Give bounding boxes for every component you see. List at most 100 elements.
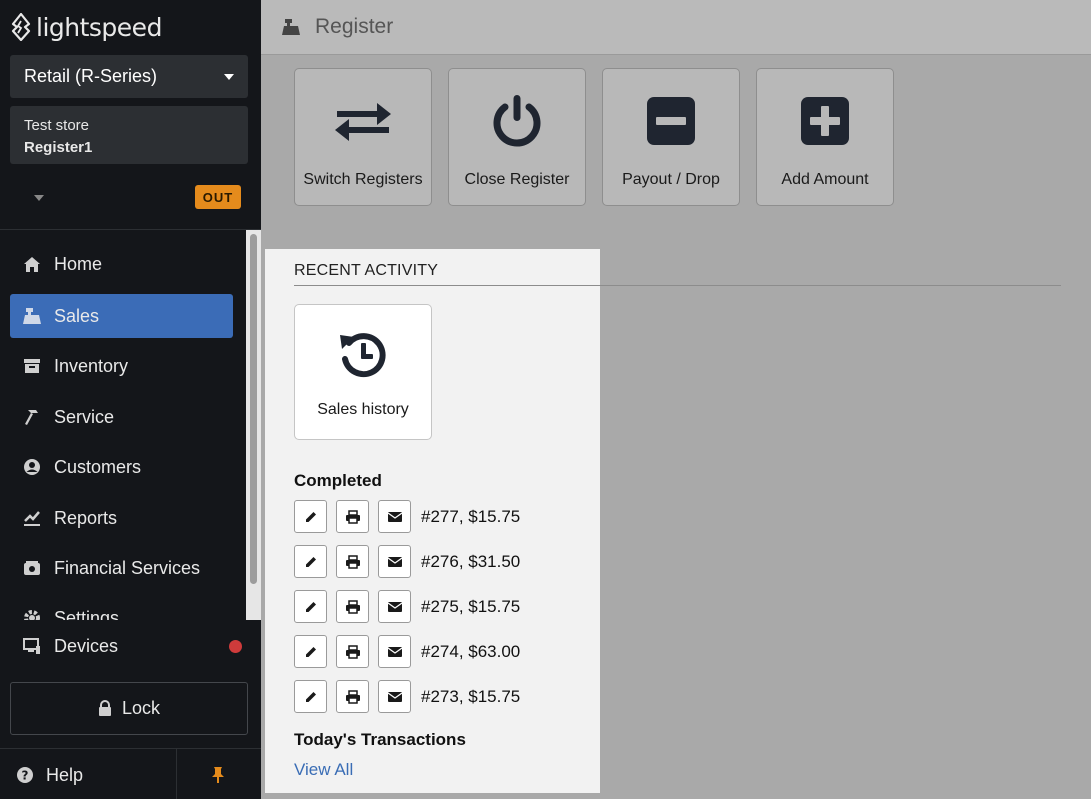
- divider: [294, 285, 1061, 286]
- print-button[interactable]: [336, 500, 369, 533]
- email-button[interactable]: [378, 545, 411, 578]
- sidebar-scrollbar[interactable]: [246, 230, 261, 620]
- pencil-icon: [305, 511, 316, 522]
- help-button[interactable]: ? Help: [16, 758, 83, 792]
- sidebar-item-customers[interactable]: Customers: [10, 445, 233, 489]
- sidebar-item-financial-services[interactable]: Financial Services: [10, 546, 233, 590]
- lock-button[interactable]: Lock: [10, 682, 248, 735]
- chart-line-icon: [22, 508, 42, 528]
- help-icon: ?: [17, 767, 33, 783]
- sidebar-item-service[interactable]: Service: [10, 395, 233, 439]
- lock-label: Lock: [121, 698, 161, 718]
- chevron-down-icon: [224, 73, 234, 80]
- sidebar-item-label: Financial Services: [54, 557, 201, 578]
- sidebar-item-label: Home: [54, 253, 103, 274]
- pencil-icon: [305, 646, 316, 657]
- sales-history-button[interactable]: Sales history: [294, 304, 432, 440]
- tile-label: Switch Registers: [303, 171, 423, 188]
- product-select-value: Retail (R-Series): [24, 66, 158, 86]
- print-button[interactable]: [336, 590, 369, 623]
- desktop-icon: [22, 636, 42, 656]
- sidebar-item-reports[interactable]: Reports: [10, 496, 233, 540]
- sidebar-item-sales[interactable]: Sales: [10, 294, 233, 338]
- lock-icon: [98, 700, 111, 716]
- power-icon: [487, 91, 547, 151]
- print-button[interactable]: [336, 545, 369, 578]
- tile-label: Add Amount: [781, 171, 869, 188]
- svg-text:?: ?: [22, 769, 29, 783]
- flame-logo-icon: [11, 13, 31, 41]
- envelope-icon: [387, 691, 402, 702]
- inventory-icon: [22, 356, 42, 376]
- printer-icon: [345, 689, 360, 704]
- tile-label: Close Register: [464, 171, 570, 188]
- edit-button[interactable]: [294, 500, 327, 533]
- close-register-button[interactable]: Close Register: [448, 68, 586, 206]
- pencil-icon: [305, 691, 316, 702]
- todays-transactions-title: Today's Transactions: [294, 730, 466, 749]
- sidebar-item-label: Inventory: [54, 355, 129, 376]
- divider: [176, 749, 177, 799]
- sidebar: lightspeed Retail (R-Series) Test store …: [0, 0, 261, 799]
- transaction-text: #275, $15.75: [421, 596, 521, 616]
- product-select[interactable]: Retail (R-Series): [10, 55, 248, 98]
- sidebar-item-label: Sales: [54, 305, 100, 326]
- email-button[interactable]: [378, 590, 411, 623]
- pencil-icon: [305, 556, 316, 567]
- sidebar-item-inventory[interactable]: Inventory: [10, 344, 233, 388]
- status-badge: OUT: [195, 185, 241, 209]
- printer-icon: [345, 599, 360, 614]
- sidebar-item-settings[interactable]: Settings: [10, 596, 233, 620]
- transaction-row: #275, $15.75: [294, 590, 520, 623]
- transaction-row: #276, $31.50: [294, 545, 520, 578]
- alert-dot: [229, 640, 242, 653]
- switch-arrows-icon: [333, 91, 393, 151]
- envelope-icon: [387, 511, 402, 522]
- email-button[interactable]: [378, 680, 411, 713]
- transaction-text: #274, $63.00: [421, 641, 521, 661]
- store-register-info[interactable]: Test store Register1: [10, 106, 248, 164]
- user-circle-icon: [22, 457, 42, 477]
- scrollbar-thumb[interactable]: [250, 234, 257, 584]
- brand-logo[interactable]: lightspeed: [10, 12, 162, 42]
- payout-drop-button[interactable]: Payout / Drop: [602, 68, 740, 206]
- email-button[interactable]: [378, 500, 411, 533]
- email-button[interactable]: [378, 635, 411, 668]
- switch-registers-button[interactable]: Switch Registers: [294, 68, 432, 206]
- transaction-row: #273, $15.75: [294, 680, 520, 713]
- section-title: RECENT ACTIVITY: [294, 262, 439, 279]
- pin-icon[interactable]: [210, 766, 226, 784]
- divider: [0, 748, 261, 749]
- sidebar-item-label: Customers: [54, 456, 142, 477]
- edit-button[interactable]: [294, 635, 327, 668]
- edit-button[interactable]: [294, 545, 327, 578]
- help-label: Help: [46, 764, 84, 785]
- view-all-link[interactable]: View All: [294, 760, 353, 780]
- pencil-icon: [305, 601, 316, 612]
- cash-register-icon: [22, 306, 42, 326]
- hammer-icon: [22, 407, 42, 427]
- print-button[interactable]: [336, 635, 369, 668]
- printer-icon: [345, 554, 360, 569]
- transaction-row: #277, $15.75: [294, 500, 520, 533]
- print-button[interactable]: [336, 680, 369, 713]
- printer-icon: [345, 509, 360, 524]
- cash-register-icon: [282, 19, 300, 35]
- add-amount-button[interactable]: Add Amount: [756, 68, 894, 206]
- tile-label: Sales history: [317, 401, 409, 418]
- store-name: Test store: [24, 117, 90, 134]
- sidebar-item-home[interactable]: Home: [10, 242, 233, 286]
- brand-name: lightspeed: [36, 12, 162, 42]
- tile-label: Payout / Drop: [622, 171, 720, 188]
- sidebar-item-devices[interactable]: Devices: [10, 626, 248, 666]
- edit-button[interactable]: [294, 680, 327, 713]
- history-icon: [337, 329, 389, 381]
- home-icon: [22, 254, 42, 274]
- envelope-icon: [387, 601, 402, 612]
- user-menu-caret-icon[interactable]: [34, 195, 44, 201]
- sidebar-item-label: Service: [54, 406, 115, 427]
- edit-button[interactable]: [294, 590, 327, 623]
- transaction-row: #274, $63.00: [294, 635, 520, 668]
- transaction-text: #273, $15.75: [421, 686, 521, 706]
- main-nav: Home Sales Inventory Service Customers R…: [0, 230, 246, 620]
